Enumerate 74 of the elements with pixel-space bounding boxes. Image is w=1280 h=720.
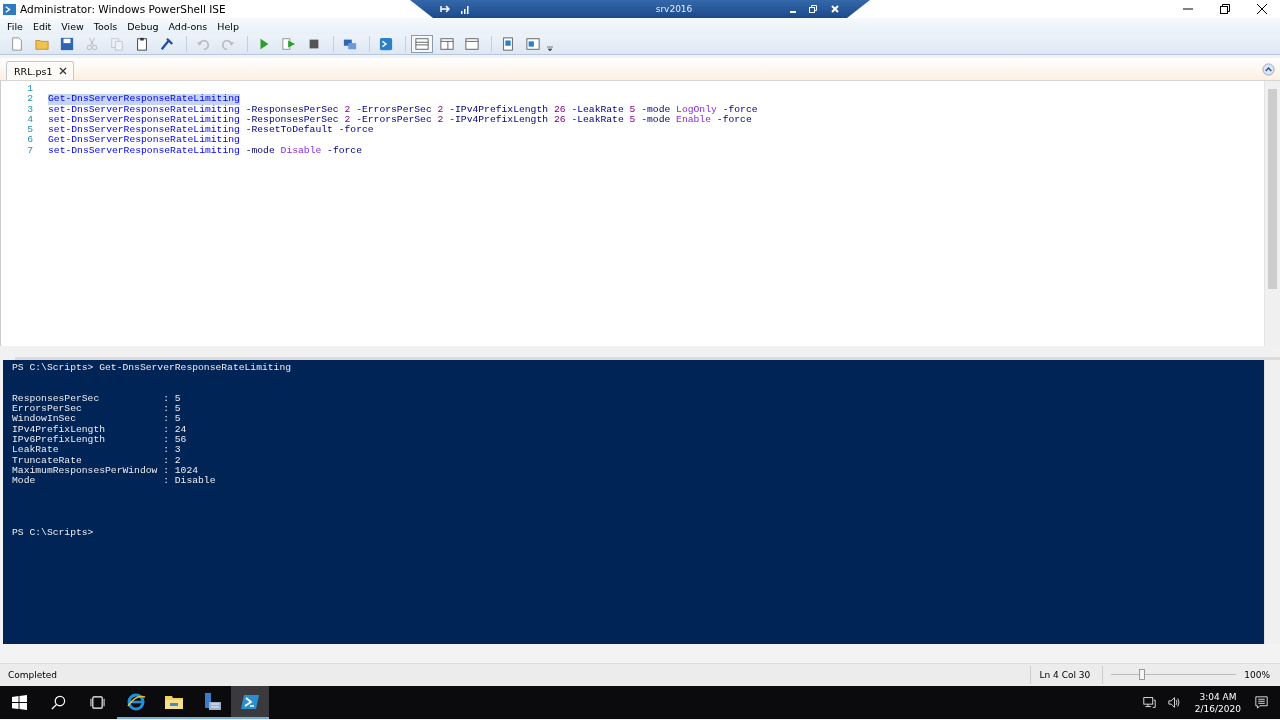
clipboard-icon: [135, 37, 149, 51]
redo-icon: [221, 37, 235, 51]
signal-icon: [460, 4, 470, 14]
line-number: 4: [26, 114, 33, 126]
line-number: 7: [26, 145, 33, 157]
console-output-line: WindowInSec : 5: [12, 414, 181, 425]
cursor-position: Ln 4 Col 30: [1030, 666, 1104, 684]
code-line: set-DnsServerResponseRateLimiting -mode Disable -force: [48, 145, 362, 157]
task-view-icon[interactable]: [90, 695, 105, 710]
new-file-icon: [10, 37, 24, 51]
remote-icon: [343, 37, 357, 51]
zoom-slider[interactable]: [1111, 669, 1237, 681]
zoom-level: 100%: [1244, 670, 1270, 680]
overflow-icon[interactable]: [547, 45, 553, 51]
layout-max-icon: [465, 37, 479, 51]
start-icon[interactable]: [12, 695, 27, 710]
open-folder-icon: [35, 37, 49, 51]
search-icon[interactable]: [51, 695, 66, 710]
code-line: set-DnsServerResponseRateLimiting -ResetToDefault -force: [48, 125, 374, 136]
save-icon: [60, 37, 74, 51]
restore-icon: [1219, 4, 1230, 14]
console-output-line: Mode : Disable: [12, 476, 216, 487]
menu-item[interactable]: Tools: [88, 20, 123, 32]
line-number: 3: [26, 104, 33, 115]
menu-item[interactable]: Add-ons: [163, 20, 213, 32]
scissors-icon: [85, 37, 99, 51]
line-number: 1: [26, 84, 33, 95]
console-command: PS C:\Scripts> Get-DnsServerResponseRateLimiting: [12, 363, 292, 374]
line-number: 5: [26, 125, 33, 136]
console-output-line: ErrorsPerSec : 5: [12, 404, 181, 415]
console-prompt: PS C:\Scripts>: [12, 527, 94, 539]
console-output-line: LeakRate : 3: [12, 445, 181, 456]
line-number: 6: [26, 135, 33, 146]
run-selection-icon: [282, 37, 296, 51]
speaker-icon[interactable]: [1167, 696, 1181, 709]
console-output-line: IPv4PrefixLength : 24: [12, 424, 187, 435]
clock[interactable]: 3:04 AM 2/16/2020: [1194, 690, 1241, 715]
console-output-line: ResponsesPerSec : 5: [12, 393, 181, 405]
menu-item[interactable]: File: [2, 20, 28, 32]
code-line: set-DnsServerResponseRateLimiting -ResponsesPerSec 2 -ErrorsPerSec 2 -IPv4PrefixLength 26 -LeakRate 5 -mode Enable -force: [48, 114, 752, 125]
scrollbar[interactable]: [1264, 81, 1280, 346]
console-output-line: IPv6PrefixLength : 56: [12, 435, 187, 446]
stop-icon: [307, 37, 321, 51]
menu-item[interactable]: Debug: [122, 20, 164, 32]
scrollbar[interactable]: [15, 357, 1280, 360]
layout-right-icon: [440, 37, 454, 51]
console-output-line: MaximumResponsesPerWindow : 1024: [12, 465, 199, 476]
notification-icon[interactable]: [1255, 696, 1268, 709]
addon-pane-icon: [526, 37, 540, 51]
network-icon[interactable]: [1142, 696, 1156, 709]
restore-icon[interactable]: [808, 4, 818, 14]
copy-icon: [110, 37, 124, 51]
console-icon: [379, 37, 393, 51]
pin-icon[interactable]: [440, 4, 450, 14]
menu-item[interactable]: Help: [212, 20, 244, 32]
code-line: set-DnsServerResponseRateLimiting -ResponsesPerSec 2 -ErrorsPerSec 2 -IPv4PrefixLength 26 -LeakRate 5 -mode LogOnly -force: [48, 104, 758, 115]
menu-item[interactable]: View: [56, 20, 89, 32]
status-text: Completed: [8, 670, 58, 680]
line-number: 2: [26, 94, 33, 105]
undo-icon: [196, 37, 210, 51]
close-icon[interactable]: [58, 67, 67, 75]
scrollbar[interactable]: [1264, 360, 1280, 644]
powershell-icon[interactable]: [231, 686, 269, 719]
script-tab[interactable]: RRL.ps1: [6, 61, 74, 80]
console-output-line: TruncateRate : 2: [12, 455, 181, 466]
collapse-icon[interactable]: [1262, 63, 1275, 76]
toolbar-button[interactable]: [411, 35, 433, 53]
layout-top-icon: [415, 37, 429, 51]
show-script-icon: [501, 37, 515, 51]
code-line: Get-DnsServerResponseRateLimiting: [48, 135, 240, 146]
close-icon: [1256, 4, 1267, 14]
window-title: Administrator: Windows PowerShell ISE: [20, 3, 226, 15]
remote-host-name: srv2016: [654, 4, 693, 14]
menu-item[interactable]: Edit: [27, 20, 57, 32]
